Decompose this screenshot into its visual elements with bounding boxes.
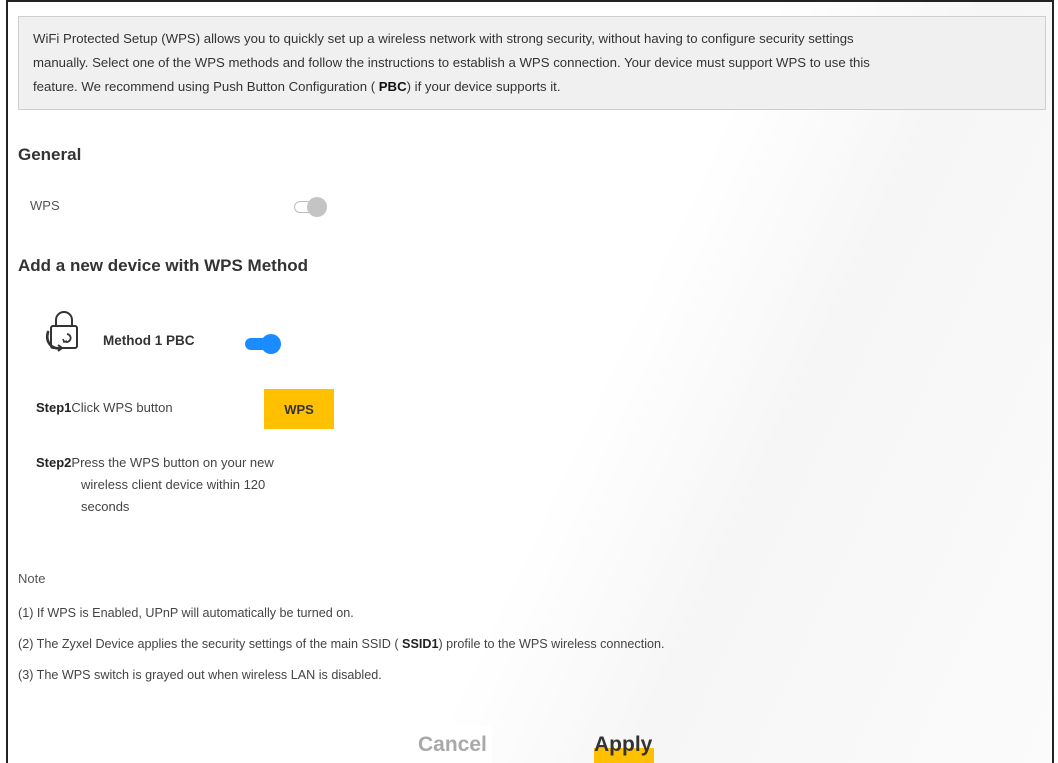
intro-line-3-prefix: feature. We recommend using Push Button … (33, 79, 379, 94)
wps-push-button[interactable]: WPS (264, 389, 334, 429)
note-title: Note (18, 571, 46, 586)
note-2: (2) The Zyxel Device applies the securit… (18, 637, 665, 651)
step1-text: Step1Click WPS button (36, 397, 173, 419)
wps-label: WPS (30, 198, 60, 213)
intro-line-2: manually. Select one of the WPS methods … (33, 55, 870, 70)
general-section-title: General (18, 145, 82, 164)
note-2-prefix: (2) The Zyxel Device applies the securit… (18, 637, 403, 651)
pbc-toggle-knob (261, 334, 281, 354)
step2-description-1: Press the WPS button on your new (71, 455, 274, 470)
intro-description: WiFi Protected Setup (WPS) allows you to… (18, 16, 1046, 110)
intro-pbc-bold: PBC (378, 79, 407, 94)
step2-label: Step2 (36, 455, 72, 470)
note-3: (3) The WPS switch is grayed out when wi… (18, 668, 382, 682)
cancel-button[interactable]: Cancel (412, 726, 492, 763)
method-section-title: Add a new device with WPS Method (18, 256, 308, 275)
intro-line-3-suffix: ) if your device supports it. (406, 79, 561, 94)
method-1-pbc-toggle[interactable] (243, 333, 281, 354)
step2-description-2: wireless client device within 120 (81, 477, 266, 492)
step2-text: Step2Press the WPS button on your new wi… (36, 452, 274, 518)
note-2-suffix: ) profile to the WPS wireless connection… (438, 637, 665, 651)
note-2-ssid-bold: SSID1 (402, 637, 439, 651)
step1-description: Click WPS button (71, 400, 173, 415)
lock-cycle-icon (46, 311, 78, 352)
step1-label: Step1 (36, 400, 72, 415)
intro-line-3: feature. We recommend using Push Button … (33, 75, 1031, 99)
wps-toggle[interactable] (292, 196, 328, 217)
step2-line-1: Step2Press the WPS button on your new (36, 452, 274, 474)
step2-description-3: seconds (81, 499, 130, 514)
note-1: (1) If WPS is Enabled, UPnP will automat… (18, 606, 354, 620)
wps-toggle-knob (307, 197, 327, 217)
intro-line-1: WiFi Protected Setup (WPS) allows you to… (33, 31, 854, 46)
apply-button[interactable]: Apply (588, 726, 654, 763)
method-1-pbc-label: Method 1 PBC (103, 333, 195, 348)
